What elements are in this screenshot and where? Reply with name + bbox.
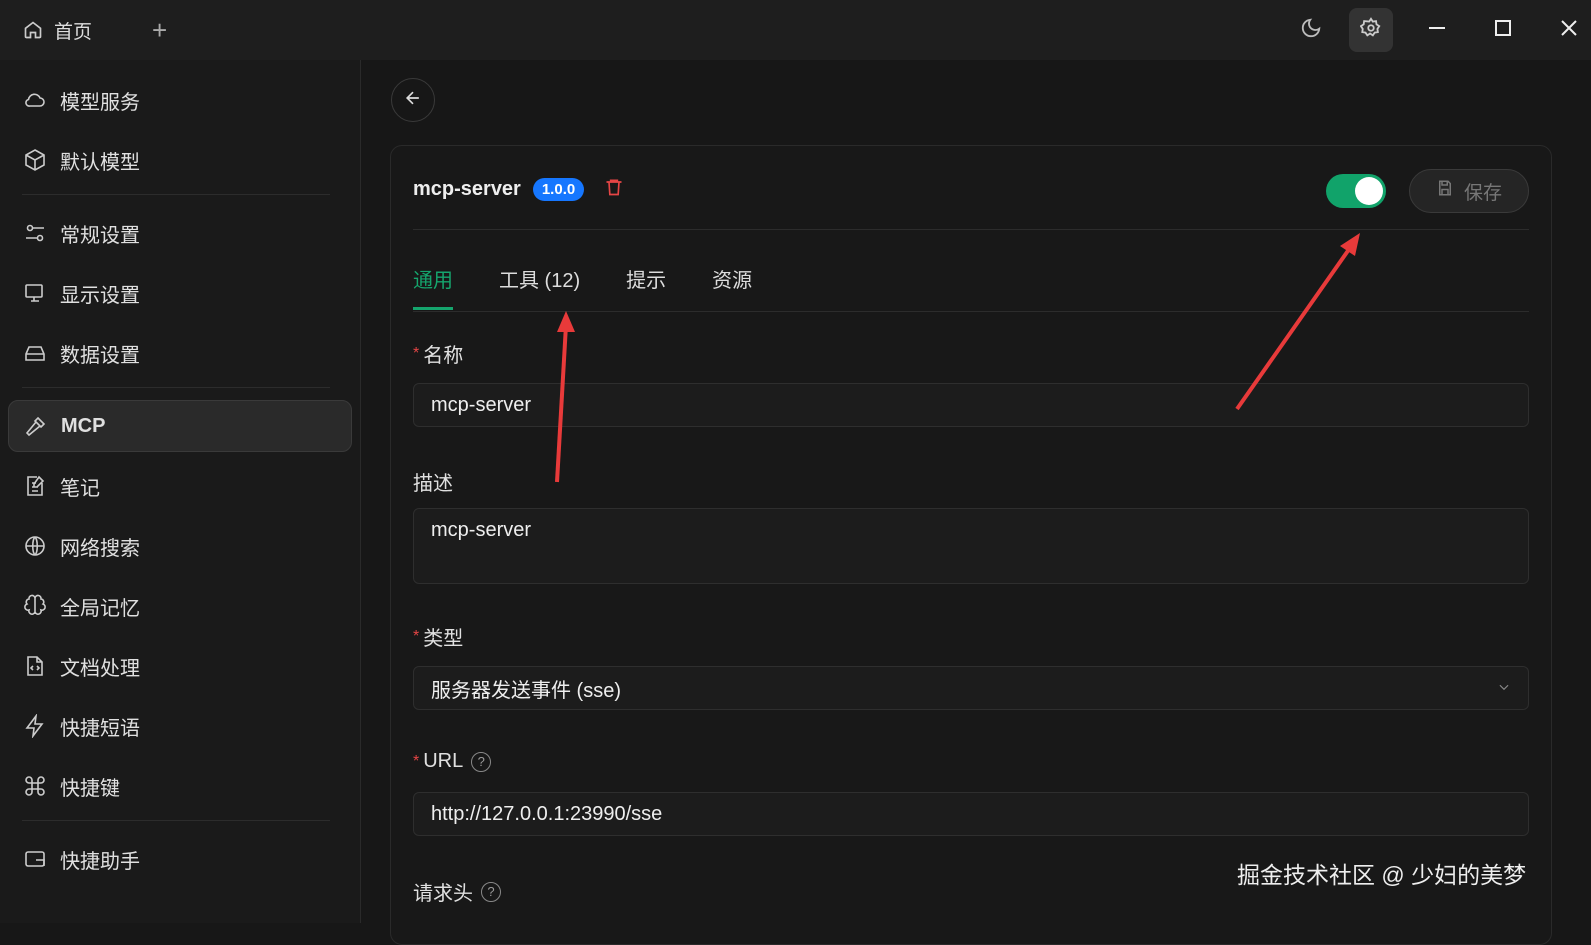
server-enable-toggle[interactable] bbox=[1326, 174, 1386, 208]
home-tab-label: 首页 bbox=[54, 21, 93, 43]
tab-tools[interactable]: 工具 (12) bbox=[499, 264, 580, 310]
gear-icon bbox=[1359, 16, 1382, 44]
sidebar-item-label: 显示设置 bbox=[60, 284, 140, 307]
file-code-icon bbox=[22, 653, 48, 679]
name-input[interactable]: mcp-server bbox=[413, 383, 1529, 427]
sidebar-item-label: 全局记忆 bbox=[60, 597, 140, 620]
hammer-icon bbox=[23, 413, 49, 439]
tab-home[interactable]: 首页 bbox=[20, 17, 92, 44]
back-button[interactable] bbox=[391, 78, 435, 122]
minimize-icon bbox=[1428, 19, 1446, 42]
minimize-button[interactable] bbox=[1415, 8, 1459, 52]
save-button[interactable]: 保存 bbox=[1409, 169, 1529, 213]
divider bbox=[413, 229, 1529, 230]
tab-resources[interactable]: 资源 bbox=[712, 264, 752, 310]
sidebar-item-0[interactable]: 模型服务 bbox=[8, 74, 352, 126]
theme-toggle-button[interactable] bbox=[1289, 8, 1333, 52]
trash-icon bbox=[604, 179, 624, 202]
sidebar-item-12[interactable]: 快捷助手 bbox=[8, 833, 352, 885]
sidebar-divider bbox=[22, 387, 330, 388]
sidebar-item-label: 快捷短语 bbox=[60, 717, 140, 740]
description-textarea[interactable]: mcp-server bbox=[413, 508, 1529, 584]
server-detail-card: mcp-server 1.0.0 保存 通用 工具 (12) 提示 资源 * 名称… bbox=[390, 145, 1552, 945]
server-name: mcp-server bbox=[413, 178, 521, 200]
note-icon bbox=[22, 473, 48, 499]
close-icon bbox=[1560, 19, 1578, 42]
tab-bar: 通用 工具 (12) 提示 资源 bbox=[413, 264, 752, 310]
app-window-icon bbox=[22, 846, 48, 872]
title-bar: 首页 + bbox=[0, 0, 1591, 60]
sidebar-item-4[interactable]: 数据设置 bbox=[8, 327, 352, 379]
maximize-button[interactable] bbox=[1481, 8, 1525, 52]
sidebar-item-label: 默认模型 bbox=[60, 151, 140, 174]
moon-icon bbox=[1300, 17, 1322, 44]
close-button[interactable] bbox=[1547, 8, 1591, 52]
sidebar-item-5[interactable]: MCP bbox=[8, 400, 352, 452]
sidebar-item-label: 数据设置 bbox=[60, 344, 140, 367]
tab-general[interactable]: 通用 bbox=[413, 264, 453, 310]
type-select-value: 服务器发送事件 (sse) bbox=[431, 679, 621, 702]
description-label: 描述 bbox=[413, 473, 453, 495]
tab-prompts[interactable]: 提示 bbox=[626, 264, 666, 310]
home-icon bbox=[20, 17, 46, 43]
save-label: 保存 bbox=[1463, 182, 1502, 204]
name-label: * 名称 bbox=[413, 344, 464, 368]
new-tab-button[interactable]: + bbox=[152, 15, 167, 46]
maximize-icon bbox=[1494, 19, 1512, 42]
sidebar-item-label: 文档处理 bbox=[60, 657, 140, 680]
help-icon[interactable]: ? bbox=[481, 881, 501, 902]
headers-label: 请求头? bbox=[413, 877, 501, 906]
sidebar: 模型服务默认模型常规设置显示设置数据设置 MCP 笔记网络搜索全局记忆文档处理快捷短… bbox=[0, 60, 361, 923]
sidebar-item-label: 网络搜索 bbox=[60, 537, 140, 560]
sidebar-item-7[interactable]: 网络搜索 bbox=[8, 520, 352, 572]
monitor-icon bbox=[22, 280, 48, 306]
sidebar-divider bbox=[22, 194, 330, 195]
save-icon bbox=[1436, 179, 1454, 203]
cloud-icon bbox=[22, 87, 48, 113]
sidebar-item-label: 模型服务 bbox=[60, 91, 140, 114]
command-icon bbox=[22, 773, 48, 799]
sidebar-item-3[interactable]: 显示设置 bbox=[8, 267, 352, 319]
url-label: * URL? bbox=[413, 750, 492, 773]
sidebar-item-11[interactable]: 快捷键 bbox=[8, 760, 352, 812]
delete-button[interactable] bbox=[604, 176, 624, 203]
sidebar-item-label: MCP bbox=[61, 414, 106, 437]
sidebar-divider bbox=[22, 820, 330, 821]
sidebar-item-8[interactable]: 全局记忆 bbox=[8, 580, 352, 632]
sidebar-item-label: 常规设置 bbox=[60, 224, 140, 247]
divider bbox=[413, 311, 1529, 312]
help-icon[interactable]: ? bbox=[471, 751, 492, 772]
sidebar-item-label: 快捷键 bbox=[60, 777, 120, 800]
sidebar-item-label: 笔记 bbox=[60, 477, 100, 500]
arrow-left-icon bbox=[403, 88, 423, 113]
globe-icon bbox=[22, 533, 48, 559]
zap-icon bbox=[22, 713, 48, 739]
sidebar-item-label: 快捷助手 bbox=[60, 850, 140, 873]
brain-icon bbox=[22, 593, 48, 619]
type-label: * 类型 bbox=[413, 627, 464, 651]
sidebar-item-6[interactable]: 笔记 bbox=[8, 460, 352, 512]
type-select[interactable]: 服务器发送事件 (sse) bbox=[413, 666, 1529, 710]
sidebar-item-2[interactable]: 常规设置 bbox=[8, 207, 352, 259]
settings-button[interactable] bbox=[1349, 8, 1393, 52]
sliders-icon bbox=[22, 220, 48, 246]
sidebar-item-10[interactable]: 快捷短语 bbox=[8, 700, 352, 752]
url-input[interactable]: http://127.0.0.1:23990/sse bbox=[413, 792, 1529, 836]
version-badge: 1.0.0 bbox=[532, 178, 585, 201]
cube-icon bbox=[22, 147, 48, 173]
sidebar-item-9[interactable]: 文档处理 bbox=[8, 640, 352, 692]
chevron-down-icon bbox=[1497, 677, 1511, 700]
hard-drive-icon bbox=[22, 340, 48, 366]
sidebar-item-1[interactable]: 默认模型 bbox=[8, 134, 352, 186]
watermark: 掘金技术社区 @ 少妇的美梦 bbox=[1237, 862, 1527, 888]
